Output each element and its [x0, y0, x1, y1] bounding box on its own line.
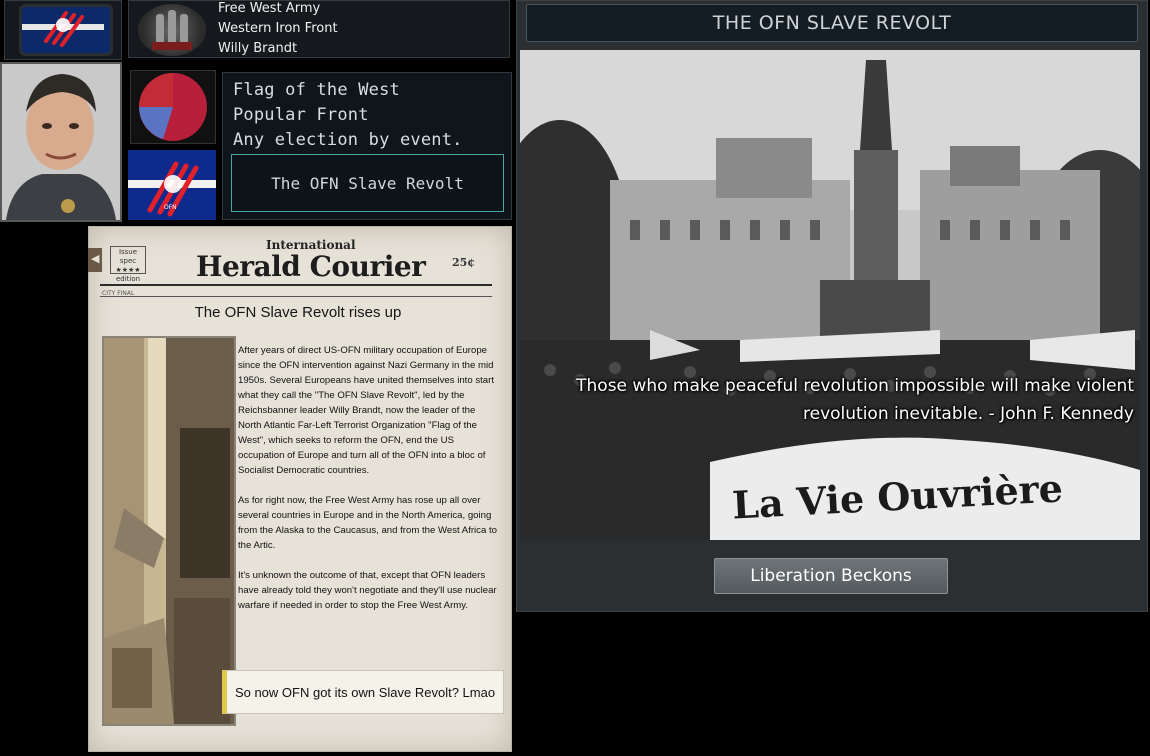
edition-divider	[100, 296, 492, 297]
ideology-label: Flag of the West	[233, 80, 400, 100]
country-flag	[19, 4, 113, 56]
leader-name: Willy Brandt	[218, 41, 298, 56]
newspaper-headline: The OFN Slave Revolt rises up	[194, 304, 402, 321]
faction-name: Free West Army	[218, 1, 321, 16]
newspaper-option-button[interactable]: So now OFN got its own Slave Revolt? Lma…	[222, 670, 504, 714]
party-name: Western Iron Front	[218, 21, 338, 36]
current-event-button[interactable]: The OFN Slave Revolt	[231, 154, 504, 212]
newspaper-price: 25¢	[452, 256, 475, 269]
article-paragraph: It's unknown the outcome of that, except…	[238, 570, 497, 611]
raised-fists-icon	[138, 4, 206, 56]
election-info-label: Any election by event.	[233, 130, 463, 150]
leader-portrait-image	[2, 64, 120, 220]
article-paragraph: As for right now, the Free West Army has…	[238, 495, 497, 551]
ofn-flag: OFN	[128, 150, 216, 220]
event-description: Those who make peaceful revolution impos…	[576, 376, 1134, 424]
newspaper-photo	[102, 336, 236, 726]
country-flag-frame[interactable]	[4, 0, 122, 60]
popularity-pie-icon	[139, 73, 207, 141]
masthead-title: Herald Courier	[196, 250, 426, 283]
leader-portrait[interactable]	[0, 62, 122, 222]
ofn-flag-emblem-icon	[22, 11, 104, 47]
newspaper-article: After years of direct US-OFN military oc…	[238, 343, 500, 628]
ofn-flag-label: OFN	[164, 204, 177, 211]
ruined-street-image	[104, 338, 234, 724]
newspaper-badge: Issue spec ★★★★ edition	[110, 246, 146, 283]
popularity-pie-frame[interactable]	[130, 70, 216, 144]
ruling-coalition-label: Popular Front	[233, 105, 369, 125]
event-title: THE OFN SLAVE REVOLT	[526, 4, 1138, 42]
event-picture: La Vie Ouvrière	[520, 50, 1140, 540]
chevron-left-icon: ◀	[91, 252, 100, 265]
article-paragraph: After years of direct US-OFN military oc…	[238, 345, 494, 476]
masthead-divider	[100, 284, 492, 286]
event-option-button[interactable]: Liberation Beckons	[714, 558, 948, 594]
newspaper-collapse-tab[interactable]: ◀	[88, 248, 102, 272]
